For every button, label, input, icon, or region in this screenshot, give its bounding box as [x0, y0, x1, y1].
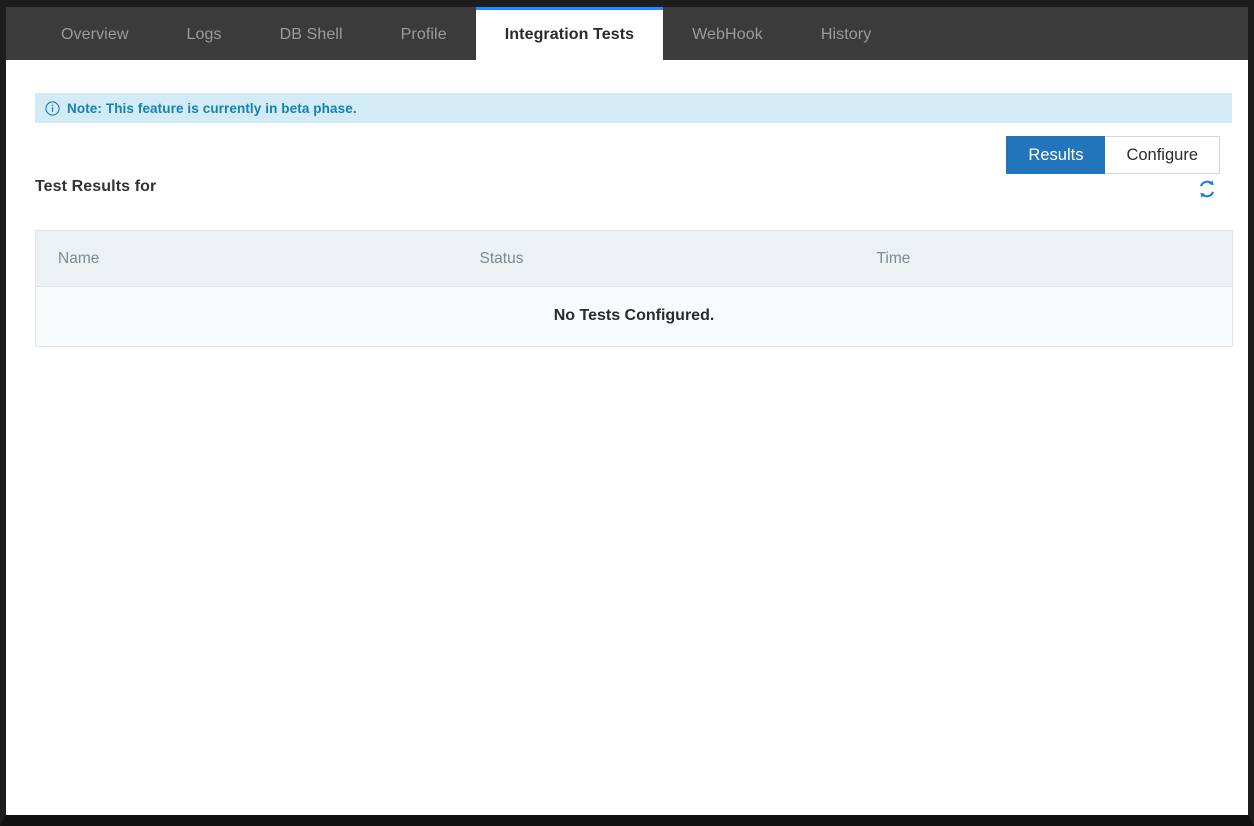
tab-label: Profile [401, 26, 447, 44]
tab-db-shell[interactable]: DB Shell [251, 7, 372, 60]
table-header-row: Name Status Time [36, 231, 1233, 287]
tab-label: DB Shell [280, 26, 343, 44]
configure-button[interactable]: Configure [1105, 136, 1220, 174]
test-results-table: Name Status Time No Tests Configured. [35, 230, 1233, 347]
info-circle-icon [45, 101, 60, 116]
tab-history[interactable]: History [792, 7, 900, 60]
tab-label: WebHook [692, 26, 763, 44]
configure-button-label: Configure [1126, 146, 1198, 165]
table-header: Name Status Time [36, 231, 1233, 287]
empty-state-message: No Tests Configured. [36, 287, 1233, 347]
table-empty-row: No Tests Configured. [36, 287, 1233, 347]
tab-logs[interactable]: Logs [157, 7, 250, 60]
beta-notice-banner: Note: This feature is currently in beta … [35, 93, 1232, 123]
tab-overview[interactable]: Overview [32, 7, 157, 60]
column-header-name[interactable]: Name [36, 231, 458, 287]
refresh-icon [1197, 179, 1217, 199]
refresh-button[interactable] [1196, 178, 1218, 200]
column-header-time[interactable]: Time [855, 231, 1233, 287]
column-header-status[interactable]: Status [458, 231, 855, 287]
application-window: Overview Logs DB Shell Profile Integrati… [0, 0, 1254, 826]
view-mode-toggle: Results Configure [1006, 136, 1220, 174]
main-tab-bar: Overview Logs DB Shell Profile Integrati… [6, 7, 1248, 60]
tab-label: Logs [186, 26, 221, 44]
tab-label: History [821, 26, 871, 44]
results-button-label: Results [1028, 146, 1083, 165]
results-button[interactable]: Results [1006, 136, 1105, 174]
tab-profile[interactable]: Profile [372, 7, 476, 60]
tab-integration-tests[interactable]: Integration Tests [476, 7, 663, 60]
table-body: No Tests Configured. [36, 287, 1233, 347]
beta-notice-text: Note: This feature is currently in beta … [67, 101, 357, 116]
page-content: Note: This feature is currently in beta … [6, 60, 1248, 815]
page-title: Test Results for [35, 178, 156, 196]
tab-label: Integration Tests [505, 26, 634, 44]
tab-webhook[interactable]: WebHook [663, 7, 792, 60]
tab-label: Overview [61, 26, 128, 44]
